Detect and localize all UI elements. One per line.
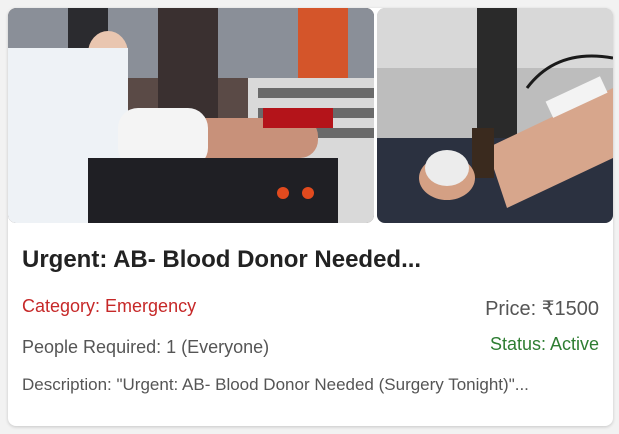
arm-donating-photo <box>377 8 613 223</box>
request-title[interactable]: Urgent: AB- Blood Donor Needed... <box>22 246 421 274</box>
price-label: Price: ₹1500 <box>485 298 599 320</box>
card-image-gallery <box>8 8 613 223</box>
status-badge: Status: Active <box>489 334 599 354</box>
donation-request-card[interactable]: Urgent: AB- Blood Donor Needed... Catego… <box>8 8 613 426</box>
blood-donation-photo <box>8 8 374 223</box>
description-text: Description: "Urgent: AB- Blood Donor Ne… <box>22 375 529 394</box>
